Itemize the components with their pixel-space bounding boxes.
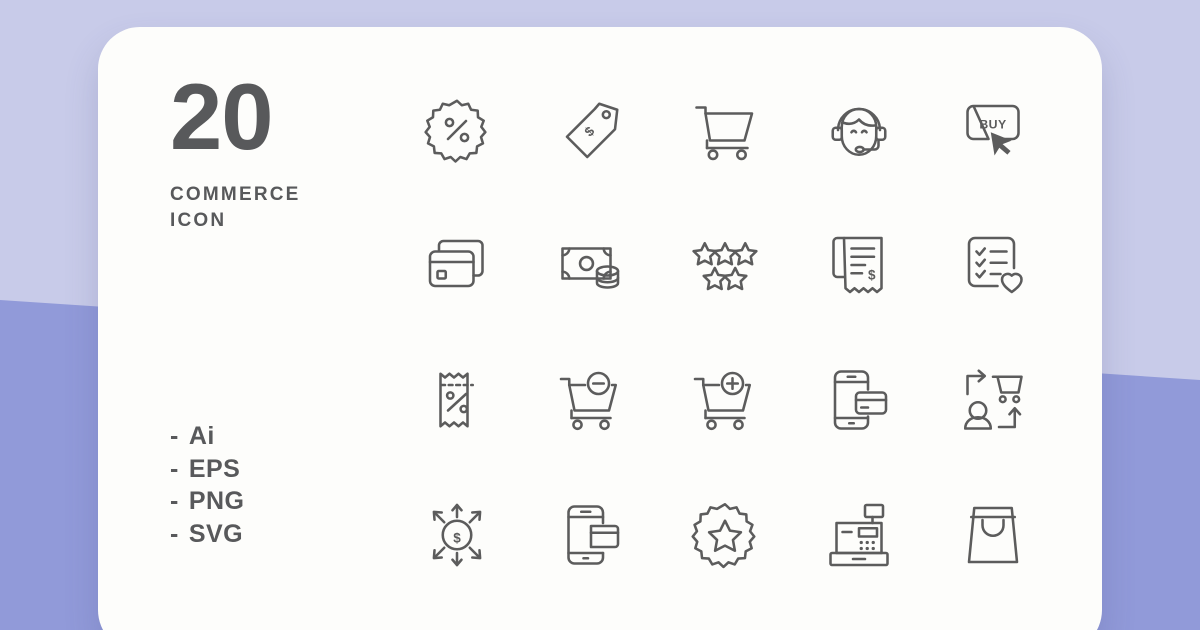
credit-cards-icon xyxy=(409,217,505,313)
icon-count: 20 xyxy=(170,64,274,169)
svg-text:$: $ xyxy=(453,530,461,545)
banknote-coins-icon xyxy=(543,217,639,313)
list-item: - PNG xyxy=(170,485,245,518)
format-label-png: PNG xyxy=(188,487,245,515)
page-title: COMMERCE ICON xyxy=(170,182,370,233)
shopping-bag-icon xyxy=(945,487,1041,583)
icon-grid: $ BUY $ $ xyxy=(390,62,1060,602)
cash-register-icon xyxy=(811,487,907,583)
title-block: 20 COMMERCE ICON xyxy=(170,64,370,234)
discount-voucher-percent-icon xyxy=(409,352,505,448)
buy-button-cursor-icon: BUY xyxy=(945,82,1041,178)
mobile-wallet-icon xyxy=(543,487,639,583)
bullet-dash: - xyxy=(170,487,179,515)
title-line-2: ICON xyxy=(170,210,227,232)
file-format-list: - Ai - EPS - PNG - SVG xyxy=(170,420,245,550)
discount-badge-percent-icon xyxy=(409,82,505,178)
title-line-1: COMMERCE xyxy=(170,184,301,206)
bullet-dash: - xyxy=(170,422,179,450)
mobile-card-payment-icon xyxy=(811,352,907,448)
bullet-dash: - xyxy=(170,454,179,483)
format-label-eps: EPS xyxy=(188,454,241,483)
customer-support-agent-icon xyxy=(811,82,907,178)
five-star-rating-icon xyxy=(677,217,773,313)
wishlist-checklist-heart-icon xyxy=(945,217,1041,313)
list-item: - SVG xyxy=(170,518,245,551)
format-label-svg: SVG xyxy=(188,519,244,548)
quality-badge-star-icon xyxy=(677,487,773,583)
buy-label: BUY xyxy=(979,117,1006,131)
poster-canvas: 20 COMMERCE ICON - Ai - EPS - PNG - SVG xyxy=(0,0,1200,630)
invoice-dollar-icon: $ xyxy=(811,217,907,313)
svg-text:$: $ xyxy=(582,123,598,139)
list-item: - Ai xyxy=(170,420,245,453)
price-tag-dollar-icon: $ xyxy=(543,82,639,178)
format-label-ai: Ai xyxy=(188,422,215,450)
add-to-cart-icon xyxy=(677,352,773,448)
svg-text:$: $ xyxy=(868,267,876,282)
shopping-cart-icon xyxy=(677,82,773,178)
list-item: - EPS xyxy=(170,453,245,486)
remove-from-cart-icon xyxy=(543,352,639,448)
bullet-dash: - xyxy=(170,519,179,548)
money-distribution-arrows-icon: $ xyxy=(409,487,505,583)
customer-conversion-cart-icon xyxy=(945,352,1041,448)
